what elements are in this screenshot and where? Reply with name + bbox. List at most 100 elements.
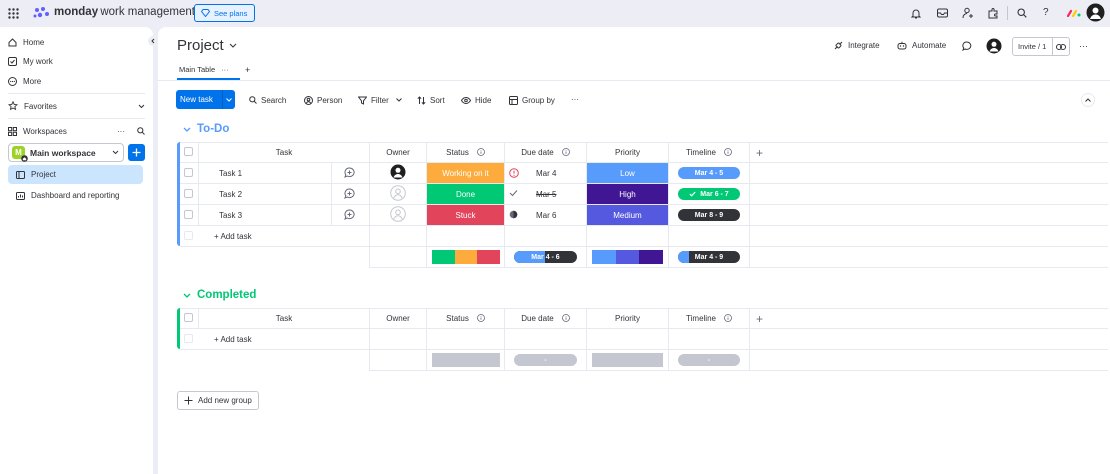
due-date[interactable]: Mar 4 — [536, 169, 556, 178]
add-update-icon[interactable] — [344, 167, 355, 178]
column-header-due-date[interactable]: Due date — [505, 142, 586, 162]
collapse-sidebar-icon[interactable] — [148, 36, 158, 46]
timeline-summary-pill[interactable]: Mar 4 - 9 — [678, 251, 740, 263]
search-icon[interactable] — [1017, 8, 1027, 18]
due-date-summary-pill[interactable]: Mar 4 - 6 — [514, 251, 577, 263]
tab-main-table[interactable]: Main Table ··· — [179, 65, 229, 74]
add-view-icon[interactable]: + — [245, 65, 250, 75]
sidebar-item-home[interactable]: Home — [8, 34, 44, 50]
sidebar-item-project[interactable]: Project — [8, 165, 143, 184]
row-checkbox[interactable] — [184, 168, 193, 177]
add-item-button[interactable] — [128, 144, 145, 161]
search-button[interactable]: Search — [249, 95, 286, 105]
column-header-priority[interactable]: Priority — [587, 142, 668, 162]
search-icon[interactable] — [137, 127, 145, 135]
sort-button[interactable]: Sort — [417, 95, 445, 105]
group-by-button[interactable]: Group by — [509, 95, 555, 105]
status-summary-bar[interactable] — [432, 250, 501, 264]
workspace-selector[interactable]: M Main workspace — [8, 143, 124, 162]
select-all-checkbox[interactable] — [184, 313, 193, 322]
filter-button[interactable]: Filter — [358, 95, 402, 105]
sidebar-item-dashboard[interactable]: Dashboard and reporting — [8, 187, 120, 204]
column-header-owner[interactable]: Owner — [370, 142, 426, 162]
add-task-link[interactable]: + Add task — [214, 232, 252, 241]
timeline-pill[interactable]: Mar 8 - 9 — [678, 209, 740, 221]
task-name[interactable]: Task 3 — [219, 211, 242, 220]
due-date[interactable]: Mar 5 — [536, 190, 556, 199]
due-date[interactable]: Mar 6 — [536, 211, 556, 220]
more-toolbar-icon[interactable]: ··· — [571, 95, 579, 104]
row-checkbox[interactable] — [184, 210, 193, 219]
add-update-icon[interactable] — [344, 188, 355, 199]
board-title[interactable]: Project — [177, 37, 237, 54]
column-header-task[interactable]: Task — [199, 308, 369, 328]
tab-options-icon[interactable]: ··· — [221, 65, 229, 74]
new-task-button[interactable]: New task — [176, 90, 235, 109]
board-menu-icon[interactable]: ··· — [1079, 41, 1088, 51]
column-header-owner[interactable]: Owner — [370, 308, 426, 328]
chevron-down-icon[interactable] — [183, 293, 191, 298]
empty-owner-icon[interactable] — [390, 206, 406, 222]
column-header-status[interactable]: Status — [427, 308, 504, 328]
column-header-priority[interactable]: Priority — [587, 308, 668, 328]
sidebar-item-favorites[interactable]: Favorites — [8, 98, 145, 114]
task-name[interactable]: Task 2 — [219, 190, 242, 199]
info-icon[interactable] — [561, 148, 570, 156]
see-plans-button[interactable]: See plans — [194, 4, 255, 22]
add-new-group-button[interactable]: Add new group — [177, 391, 259, 410]
chevron-down-icon[interactable] — [223, 97, 235, 102]
select-all-checkbox[interactable] — [184, 147, 193, 156]
comment-icon[interactable] — [962, 41, 972, 51]
column-header-timeline[interactable]: Timeline — [669, 142, 749, 162]
link-icon[interactable] — [1053, 43, 1069, 50]
board-owner-avatar-icon[interactable] — [986, 38, 1002, 54]
info-icon[interactable] — [476, 148, 485, 156]
priority-low[interactable]: Low — [587, 163, 668, 183]
priority-high[interactable]: High — [587, 184, 668, 204]
more-options-icon[interactable]: ··· — [117, 127, 125, 136]
add-task-link[interactable]: + Add task — [214, 335, 252, 344]
add-column-icon[interactable]: + — [756, 146, 763, 160]
status-working-on-it[interactable]: Working on it — [427, 163, 504, 183]
priority-summary-bar[interactable] — [592, 250, 664, 264]
status-done[interactable]: Done — [427, 184, 504, 204]
info-icon[interactable] — [476, 314, 485, 322]
row-checkbox[interactable] — [184, 189, 193, 198]
automate-button[interactable]: Automate — [897, 41, 946, 50]
collapse-header-icon[interactable] — [1081, 93, 1095, 107]
person-filter-button[interactable]: Person — [304, 95, 342, 105]
info-icon[interactable] — [724, 148, 732, 156]
inbox-icon[interactable] — [937, 8, 948, 18]
group-header-completed[interactable]: Completed — [183, 289, 256, 301]
sidebar-item-workspaces[interactable]: Workspaces ··· — [8, 123, 145, 139]
brand-name[interactable]: monday work management — [54, 6, 195, 18]
timeline-pill[interactable]: Mar 6 - 7 — [678, 188, 740, 200]
help-icon[interactable]: ? — [1043, 7, 1049, 18]
column-header-due-date[interactable]: Due date — [505, 308, 586, 328]
chevron-down-icon[interactable] — [183, 127, 191, 132]
column-header-status[interactable]: Status — [427, 142, 504, 162]
invite-members-icon[interactable] — [962, 7, 974, 19]
apps-marketplace-icon[interactable] — [987, 7, 999, 19]
owner-avatar-icon[interactable] — [390, 164, 406, 180]
add-column-icon[interactable]: + — [756, 312, 763, 326]
priority-medium[interactable]: Medium — [587, 205, 668, 225]
sidebar-item-more[interactable]: More — [8, 73, 41, 89]
user-avatar-icon[interactable] — [1086, 3, 1105, 22]
group-header-todo[interactable]: To-Do — [183, 123, 229, 135]
bell-icon[interactable] — [911, 8, 921, 19]
task-name[interactable]: Task 1 — [219, 169, 242, 178]
timeline-pill[interactable]: Mar 4 - 5 — [678, 167, 740, 179]
integrate-button[interactable]: Integrate — [834, 41, 880, 50]
sidebar-item-my-work[interactable]: My work — [8, 53, 53, 69]
empty-owner-icon[interactable] — [390, 185, 406, 201]
column-header-task[interactable]: Task — [199, 142, 369, 162]
status-stuck[interactable]: Stuck — [427, 205, 504, 225]
info-icon[interactable] — [561, 314, 570, 322]
apps-grid-icon[interactable] — [8, 8, 19, 19]
info-icon[interactable] — [724, 314, 732, 322]
column-header-timeline[interactable]: Timeline — [669, 308, 749, 328]
add-update-icon[interactable] — [344, 209, 355, 220]
hide-button[interactable]: Hide — [461, 95, 491, 105]
invite-button[interactable]: Invite / 1 — [1012, 37, 1070, 56]
